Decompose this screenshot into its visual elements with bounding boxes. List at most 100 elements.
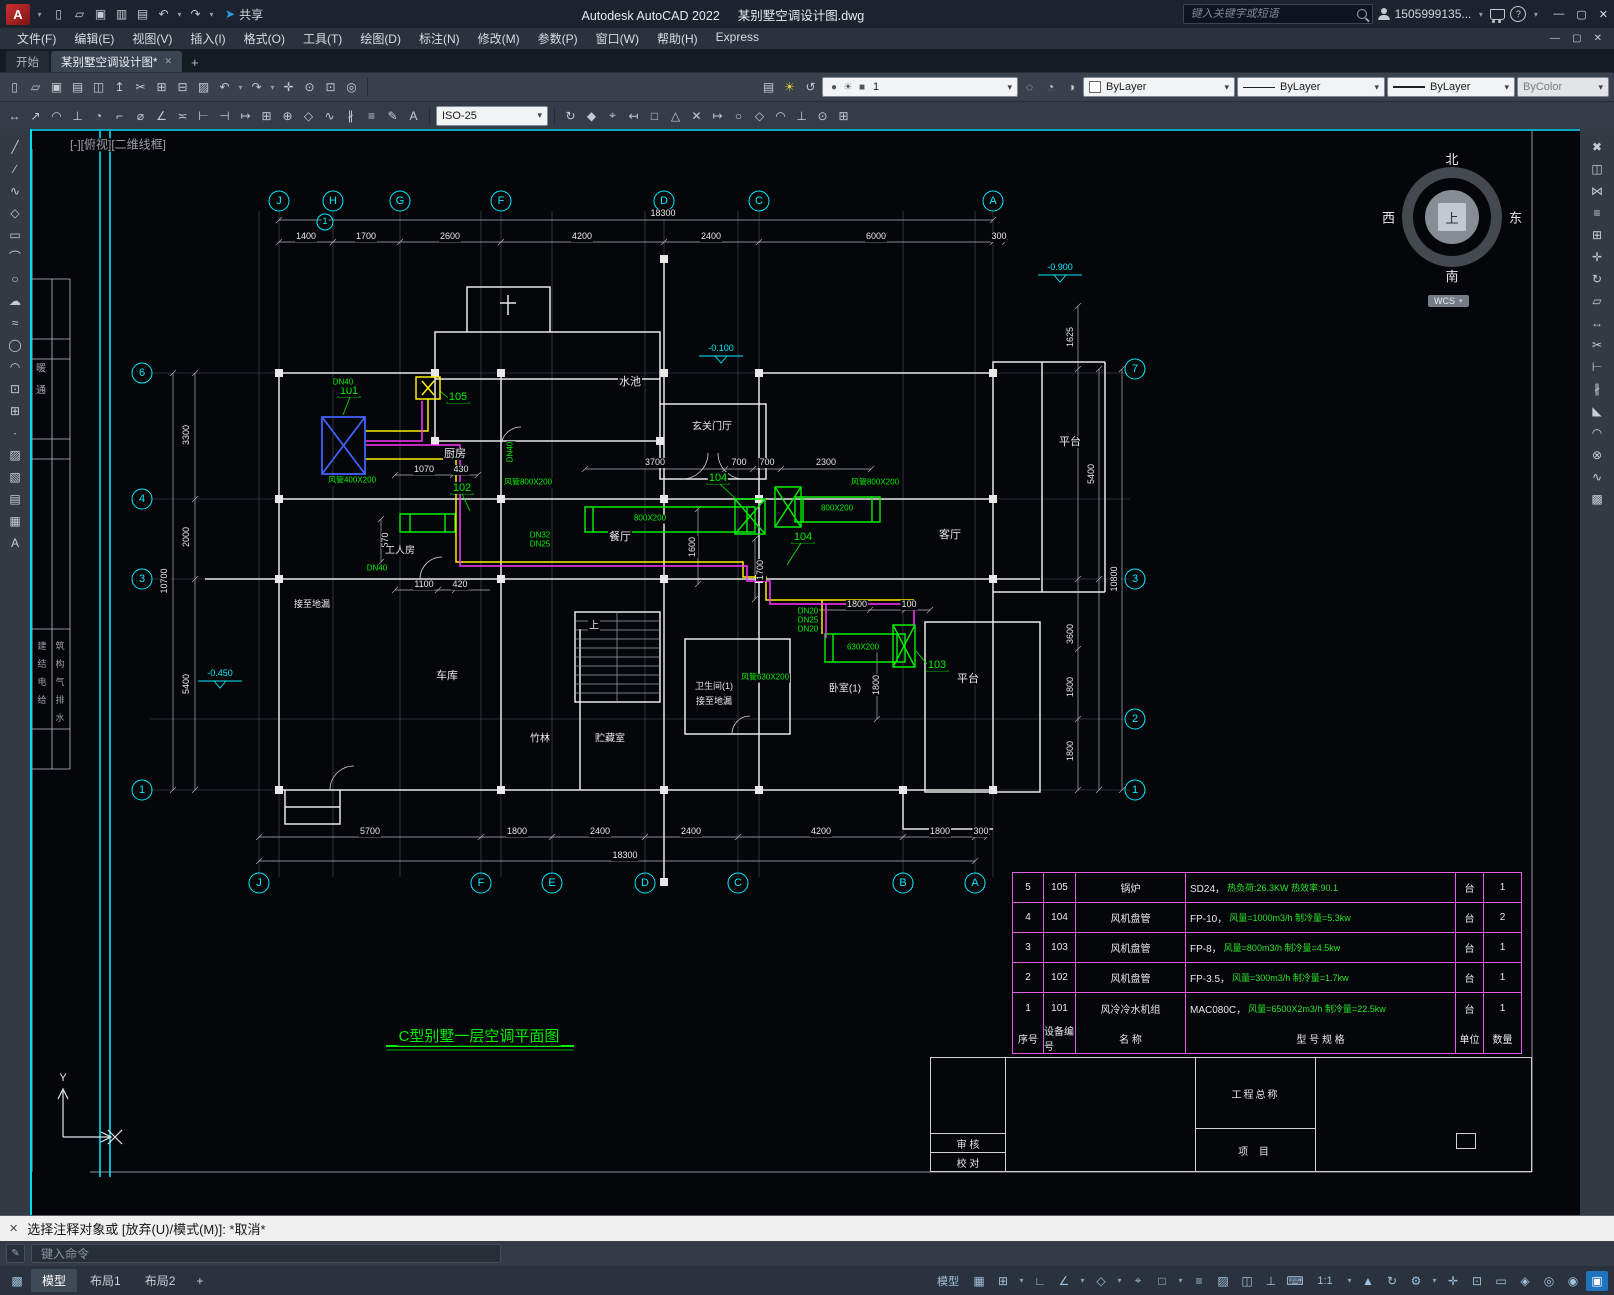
layer-properties-icon[interactable]: ▤: [759, 78, 778, 97]
account-icon[interactable]: [1377, 8, 1390, 20]
match-properties-icon[interactable]: ▨: [194, 78, 213, 97]
dim-edit-icon[interactable]: ✎: [383, 106, 402, 125]
line-icon[interactable]: ╱: [4, 137, 26, 156]
tab-start[interactable]: 开始: [6, 51, 49, 72]
dynamic-input-icon[interactable]: ⌨: [1284, 1271, 1306, 1291]
share-button[interactable]: ➤ 共享: [225, 6, 263, 23]
create-block-icon[interactable]: ⊞: [4, 401, 26, 420]
osnap-node-icon[interactable]: ⊙: [813, 106, 832, 125]
spline-icon[interactable]: ≈: [4, 313, 26, 332]
doc-window-button[interactable]: ✕: [1594, 33, 1602, 44]
open-icon[interactable]: ▱: [26, 78, 45, 97]
dim-continue-icon[interactable]: ⊣: [215, 106, 234, 125]
dim-diameter-icon[interactable]: ⌀: [131, 106, 150, 125]
ellipse-arc-icon[interactable]: ◠: [4, 357, 26, 376]
layer-off-icon[interactable]: ◌: [1020, 78, 1039, 97]
snap-caret[interactable]: ▾: [1016, 1271, 1027, 1291]
dim-radius-icon[interactable]: ◔: [89, 106, 108, 125]
trim-icon[interactable]: ✂: [1586, 335, 1608, 354]
isometric-drafting-icon[interactable]: ◇: [1090, 1271, 1112, 1291]
copy-icon[interactable]: ⊞: [152, 78, 171, 97]
annotation-visibility-icon[interactable]: ▲: [1357, 1271, 1379, 1291]
publish-icon[interactable]: ↥: [110, 78, 129, 97]
new-tab-button[interactable]: +: [184, 55, 206, 70]
linetype-combo[interactable]: ByLayer ▾: [1237, 77, 1385, 97]
lineweight-display-icon[interactable]: ≡: [1188, 1271, 1210, 1291]
plot-icon[interactable]: ▤: [68, 78, 87, 97]
dim-arc-length-icon[interactable]: ◠: [47, 106, 66, 125]
isolate-objects-icon[interactable]: ◎: [1538, 1271, 1560, 1291]
annotation-scale-label[interactable]: 1:1: [1308, 1271, 1342, 1291]
tolerance-icon[interactable]: ⊞: [257, 106, 276, 125]
grid-display-icon[interactable]: ▦: [968, 1271, 990, 1291]
selection-cycling-icon[interactable]: ◫: [1236, 1271, 1258, 1291]
menu-item[interactable]: 插入(I): [181, 30, 234, 47]
layout-tab[interactable]: 布局2: [134, 1269, 187, 1292]
menu-item[interactable]: 修改(M): [469, 30, 529, 47]
color-combo[interactable]: ByLayer ▾: [1083, 77, 1235, 97]
command-close-icon[interactable]: ✕: [9, 1222, 18, 1235]
workspace-caret[interactable]: ▾: [1429, 1271, 1440, 1291]
erase-icon[interactable]: ✖: [1586, 137, 1608, 156]
paste-icon[interactable]: ⊟: [173, 78, 192, 97]
layer-freeze-icon[interactable]: ☀: [842, 78, 854, 97]
dim-space-icon[interactable]: ≡: [362, 106, 381, 125]
quick-leader-icon[interactable]: ↦: [236, 106, 255, 125]
hatch-icon[interactable]: ▨: [4, 445, 26, 464]
dim-angular-icon[interactable]: ∠: [152, 106, 171, 125]
layout-tab[interactable]: 模型: [31, 1269, 78, 1292]
extend-icon[interactable]: ⊢: [1586, 357, 1608, 376]
layer-freeze-tool-icon[interactable]: ◔: [1041, 78, 1060, 97]
temporary-track-point-icon[interactable]: ⌖: [603, 106, 622, 125]
ellipse-icon[interactable]: ◯: [4, 335, 26, 354]
qnew-icon[interactable]: ▯: [5, 78, 24, 97]
compass-face[interactable]: 上: [1438, 203, 1466, 231]
qat-plot-icon[interactable]: ▤: [133, 5, 152, 24]
undo-icon[interactable]: ↶: [215, 78, 234, 97]
osnap-intersection-icon[interactable]: ✕: [687, 106, 706, 125]
color-combo-caret[interactable]: ▾: [1224, 82, 1229, 93]
compass-north-label[interactable]: 北: [1445, 149, 1458, 168]
tab-drawing[interactable]: 某别墅空调设计图* ✕: [51, 51, 183, 72]
menu-item[interactable]: 编辑(E): [65, 30, 123, 47]
explode-icon[interactable]: ⊗: [1586, 445, 1608, 464]
region-icon[interactable]: ▤: [4, 489, 26, 508]
minimize-button[interactable]: —: [1553, 8, 1564, 20]
object-snap-icon[interactable]: □: [1151, 1271, 1173, 1291]
navigation-compass[interactable]: 上 北 南 西 东: [1382, 152, 1522, 284]
polygon-icon[interactable]: ◇: [4, 203, 26, 222]
model-paper-toggle[interactable]: 模型: [930, 1271, 966, 1291]
graphics-performance-icon[interactable]: ◉: [1562, 1271, 1584, 1291]
menu-item[interactable]: 文件(F): [8, 30, 65, 47]
polyline-icon[interactable]: ∿: [4, 181, 26, 200]
copy-object-icon[interactable]: ◫: [1586, 159, 1608, 178]
qat-save-icon[interactable]: ▣: [91, 5, 110, 24]
doc-window-button[interactable]: —: [1550, 33, 1560, 44]
osnap-caret[interactable]: ▾: [1175, 1271, 1186, 1291]
insert-block-icon[interactable]: ⊡: [4, 379, 26, 398]
fillet-icon[interactable]: ◠: [1586, 423, 1608, 442]
qat-redo-icon[interactable]: ↷: [186, 5, 205, 24]
break-icon[interactable]: ∦: [1586, 379, 1608, 398]
osnap-perpendicular-icon[interactable]: ⊥: [792, 106, 811, 125]
dim-aligned-icon[interactable]: ↗: [26, 106, 45, 125]
command-customize-icon[interactable]: ✎: [6, 1244, 25, 1263]
make-object-layer-current-icon[interactable]: ☀: [780, 78, 799, 97]
transparency-icon[interactable]: ▨: [1212, 1271, 1234, 1291]
layer-combo[interactable]: ● ☀ ■ 1 ▾: [822, 77, 1018, 97]
new-layout-button[interactable]: +: [189, 1274, 210, 1288]
dim-jogged-linear-icon[interactable]: ∿: [320, 106, 339, 125]
move-icon[interactable]: ✛: [1586, 247, 1608, 266]
dim-style-icon[interactable]: ◆: [582, 106, 601, 125]
dynamic-ucs-icon[interactable]: ⊥: [1260, 1271, 1282, 1291]
mirror-icon[interactable]: ⋈: [1586, 181, 1608, 200]
zoom-previous-icon[interactable]: ◎: [342, 78, 361, 97]
close-button[interactable]: ✕: [1599, 8, 1608, 21]
dim-ordinate-icon[interactable]: ⊥: [68, 106, 87, 125]
arc-icon[interactable]: ⌒: [4, 247, 26, 266]
dim-baseline-icon[interactable]: ⊢: [194, 106, 213, 125]
compass-west-label[interactable]: 西: [1382, 208, 1395, 227]
point-icon[interactable]: ∙: [4, 423, 26, 442]
osnap-extension-icon[interactable]: ↦: [708, 106, 727, 125]
menu-item[interactable]: 标注(N): [410, 30, 469, 47]
